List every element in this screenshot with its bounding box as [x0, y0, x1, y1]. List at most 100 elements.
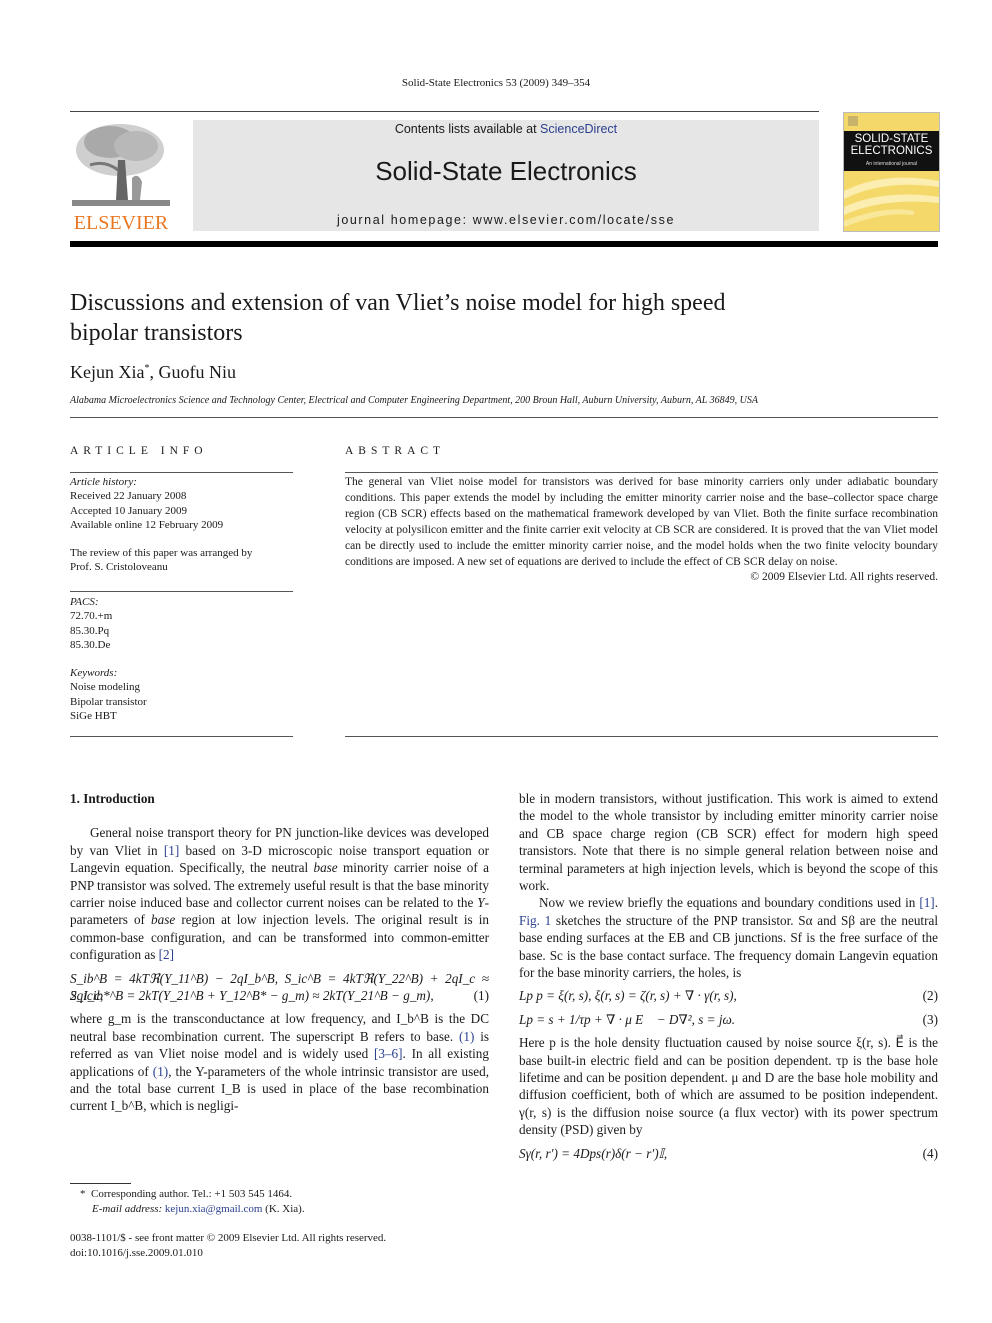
- affiliation: Alabama Microelectronics Science and Tec…: [70, 395, 758, 406]
- paragraph: Now we review briefly the equations and …: [519, 894, 938, 981]
- paragraph: Here p is the hole density fluctuation c…: [519, 1035, 938, 1138]
- divider: [345, 472, 938, 473]
- keyword: Bipolar transistor: [70, 695, 147, 708]
- history-label: Article history:: [70, 476, 137, 488]
- text: .: [934, 895, 938, 911]
- homepage-line: journal homepage: www.elsevier.com/locat…: [193, 213, 819, 227]
- footnote: * Corresponding author. Tel.: +1 503 545…: [80, 1187, 305, 1216]
- sciencedirect-link[interactable]: ScienceDirect: [540, 122, 617, 136]
- keywords-label: Keywords:: [70, 667, 118, 679]
- equation-4: Sγ(r, r′) = 4Dps(r)δ(r − r′)𝕀, (4): [519, 1145, 938, 1162]
- cover-title-line2: ELECTRONICS: [850, 145, 933, 157]
- pacs-code: 72.70.+m: [70, 610, 113, 623]
- article-history: Article history: Received 22 January 200…: [70, 475, 293, 532]
- text: where g_m is the transconductance at low…: [70, 1011, 489, 1044]
- email-link[interactable]: kejun.xia@gmail.com: [165, 1203, 263, 1215]
- pacs-label: PACS:: [70, 596, 99, 608]
- equation-ref-link[interactable]: (1): [459, 1029, 474, 1044]
- paper-title-line1: Discussions and extension of van Vliet’s…: [70, 290, 726, 316]
- text: base: [151, 912, 176, 928]
- equation-line: Lp = s + 1/τp + ∇ · μ E⃗ − D∇², s = jω.: [519, 1011, 736, 1027]
- equation-line: Lp p = ξ(r, s), ξ(r, s) = ζ(r, s) + ∇ · …: [519, 988, 737, 1004]
- equation-3: Lp = s + 1/τp + ∇ · μ E⃗ − D∇², s = jω. …: [519, 1011, 938, 1028]
- ref-link[interactable]: [1]: [919, 895, 934, 910]
- bottom-meta: 0038-1101/$ - see front matter © 2009 El…: [70, 1231, 386, 1260]
- issn-line: 0038-1101/$ - see front matter © 2009 El…: [70, 1232, 387, 1244]
- author-name[interactable]: Guofu Niu: [158, 362, 236, 382]
- email-suffix: (K. Xia).: [262, 1202, 305, 1215]
- homepage-prefix: journal homepage:: [336, 213, 473, 227]
- body-column-right: ble in modern transistors, without justi…: [519, 790, 938, 1168]
- equation-line: Sγ(r, r′) = 4Dps(r)δ(r − r′)𝕀,: [519, 1145, 668, 1161]
- keyword: SiGe HBT: [70, 709, 117, 722]
- pacs-code: 85.30.De: [70, 638, 111, 651]
- ref-link[interactable]: [3–6]: [374, 1046, 403, 1061]
- text: Now we review briefly the equations and …: [539, 895, 920, 911]
- doi-line[interactable]: doi:10.1016/j.sse.2009.01.010: [70, 1246, 386, 1261]
- authors: Kejun Xia*, Guofu Niu: [70, 362, 236, 383]
- pacs-list: PACS: 72.70.+m 85.30.Pq 85.30.De: [70, 595, 293, 652]
- review-note: The review of this paper was arranged by…: [70, 546, 293, 575]
- divider: [70, 472, 293, 473]
- equation-line: S_icib*^B = 2kT(Y_21^B + Y_12^B* − g_m) …: [70, 988, 434, 1004]
- equation-line: S_ib^B = 4kTℜ(Y_11^B) − 2qI_b^B, S_ic^B …: [70, 970, 489, 1004]
- review-editor: Prof. S. Cristoloveanu: [70, 561, 168, 574]
- keyword: Noise modeling: [70, 681, 140, 694]
- equation-number: (3): [922, 1011, 938, 1027]
- author-name[interactable]: Kejun Xia: [70, 362, 144, 382]
- running-head: Solid-State Electronics 53 (2009) 349–35…: [401, 77, 591, 89]
- review-line: The review of this paper was arranged by: [70, 547, 253, 559]
- ref-link[interactable]: [2]: [159, 947, 174, 962]
- equation-1: S_ib^B = 4kTℜ(Y_11^B) − 2qI_b^B, S_ic^B …: [70, 970, 489, 1005]
- abstract-text: The general van Vliet noise model for tr…: [345, 476, 938, 568]
- contents-line: Contents lists available at ScienceDirec…: [193, 122, 819, 136]
- divider: [345, 736, 938, 737]
- divider: [70, 736, 293, 737]
- text: Y: [477, 895, 485, 911]
- footnote-email-line: E-mail address: kejun.xia@gmail.com (K. …: [80, 1202, 305, 1217]
- paper-title-line2: bipolar transistors: [70, 320, 243, 346]
- cover-stripes-graphic: [844, 177, 939, 227]
- cover-title: SOLID-STATE ELECTRONICS: [844, 133, 939, 157]
- ref-link[interactable]: [1]: [164, 843, 179, 858]
- journal-banner: Contents lists available at ScienceDirec…: [193, 120, 819, 231]
- email-label: E-mail address:: [92, 1202, 165, 1215]
- equation-number: (4): [922, 1145, 938, 1161]
- journal-title: Solid-State Electronics: [375, 156, 637, 186]
- equation-ref-link[interactable]: (1): [153, 1064, 168, 1079]
- equation-number: (2): [922, 988, 938, 1004]
- keywords-list: Keywords: Noise modeling Bipolar transis…: [70, 666, 293, 723]
- paragraph: General noise transport theory for PN ju…: [70, 824, 489, 963]
- equation-number: (1): [473, 987, 489, 1003]
- text: base: [313, 860, 338, 876]
- footnote-mark: *: [80, 1188, 86, 1200]
- footnote-text: Corresponding author. Tel.: +1 503 545 1…: [91, 1188, 293, 1200]
- contents-prefix: Contents lists available at: [394, 122, 541, 136]
- homepage-url-link[interactable]: www.elsevier.com/locate/sse: [473, 213, 675, 227]
- header-rule: [70, 111, 819, 112]
- paragraph: ble in modern transistors, without justi…: [519, 791, 938, 894]
- pacs-code: 85.30.Pq: [70, 624, 110, 637]
- header-thick-rule: [70, 241, 938, 247]
- figure-link[interactable]: Fig. 1: [519, 913, 551, 928]
- body-column-left: 1. Introduction General noise transport …: [70, 790, 489, 1115]
- elsevier-wordmark[interactable]: ELSEVIER: [70, 212, 172, 235]
- history-online: Available online 12 February 2009: [70, 518, 224, 531]
- cover-publisher-mark-icon: [848, 116, 858, 126]
- cover-subtitle: An international journal: [865, 161, 918, 167]
- footnote-rule: [70, 1183, 131, 1184]
- section-heading: 1. Introduction: [70, 791, 155, 806]
- history-accepted: Accepted 10 January 2009: [70, 504, 187, 517]
- paragraph: where g_m is the transconductance at low…: [70, 1010, 489, 1114]
- history-received: Received 22 January 2008: [70, 490, 187, 503]
- cover-title-band: SOLID-STATE ELECTRONICS An international…: [844, 131, 939, 171]
- text: sketches the structure of the PNP transi…: [519, 912, 938, 981]
- cover-title-line1: SOLID-STATE: [854, 133, 929, 145]
- paper-title: Discussions and extension of van Vliet’s…: [70, 288, 870, 348]
- divider: [70, 591, 293, 592]
- divider: [70, 417, 938, 418]
- journal-cover-image[interactable]: SOLID-STATE ELECTRONICS An international…: [843, 112, 940, 232]
- abstract-heading: ABSTRACT: [345, 445, 446, 457]
- footnote-line: * Corresponding author. Tel.: +1 503 545…: [80, 1187, 305, 1202]
- abstract-body: The general van Vliet noise model for tr…: [345, 475, 938, 586]
